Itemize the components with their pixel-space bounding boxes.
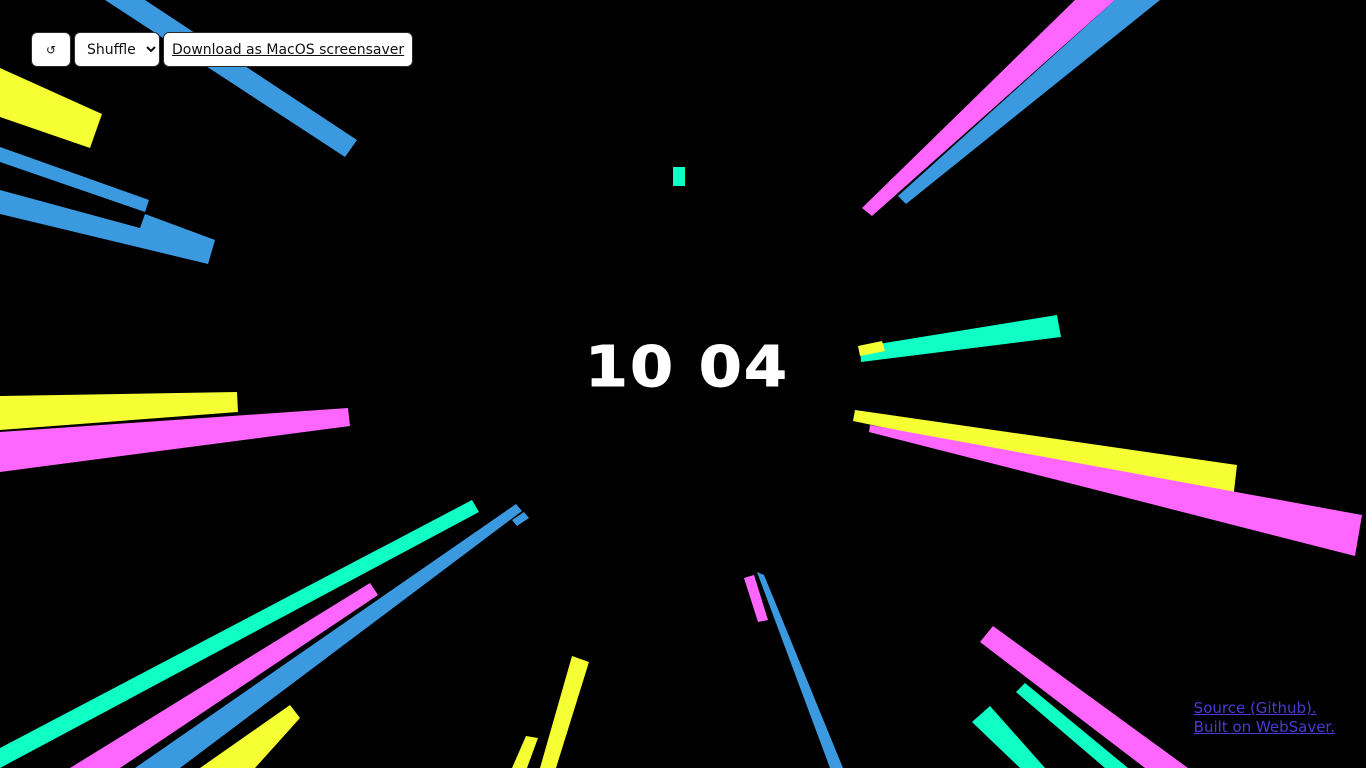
clock-time: 10 04 — [584, 333, 790, 400]
spark-center-teal — [673, 167, 685, 186]
download-screensaver-button[interactable]: Download as MacOS screensaver — [163, 32, 414, 67]
mode-select[interactable]: Shuffle — [74, 32, 160, 67]
screensaver-stage: ↺ Shuffle Download as MacOS screensaver … — [0, 0, 1366, 768]
footer-links: Source (Github). Built on WebSaver. — [1194, 700, 1335, 736]
websaver-link[interactable]: Built on WebSaver. — [1194, 719, 1335, 736]
download-label: Download as MacOS screensaver — [172, 41, 405, 58]
top-toolbar: ↺ Shuffle Download as MacOS screensaver — [31, 32, 414, 67]
source-link[interactable]: Source (Github). — [1194, 700, 1317, 717]
refresh-icon: ↺ — [45, 42, 57, 57]
refresh-button[interactable]: ↺ — [31, 32, 71, 67]
